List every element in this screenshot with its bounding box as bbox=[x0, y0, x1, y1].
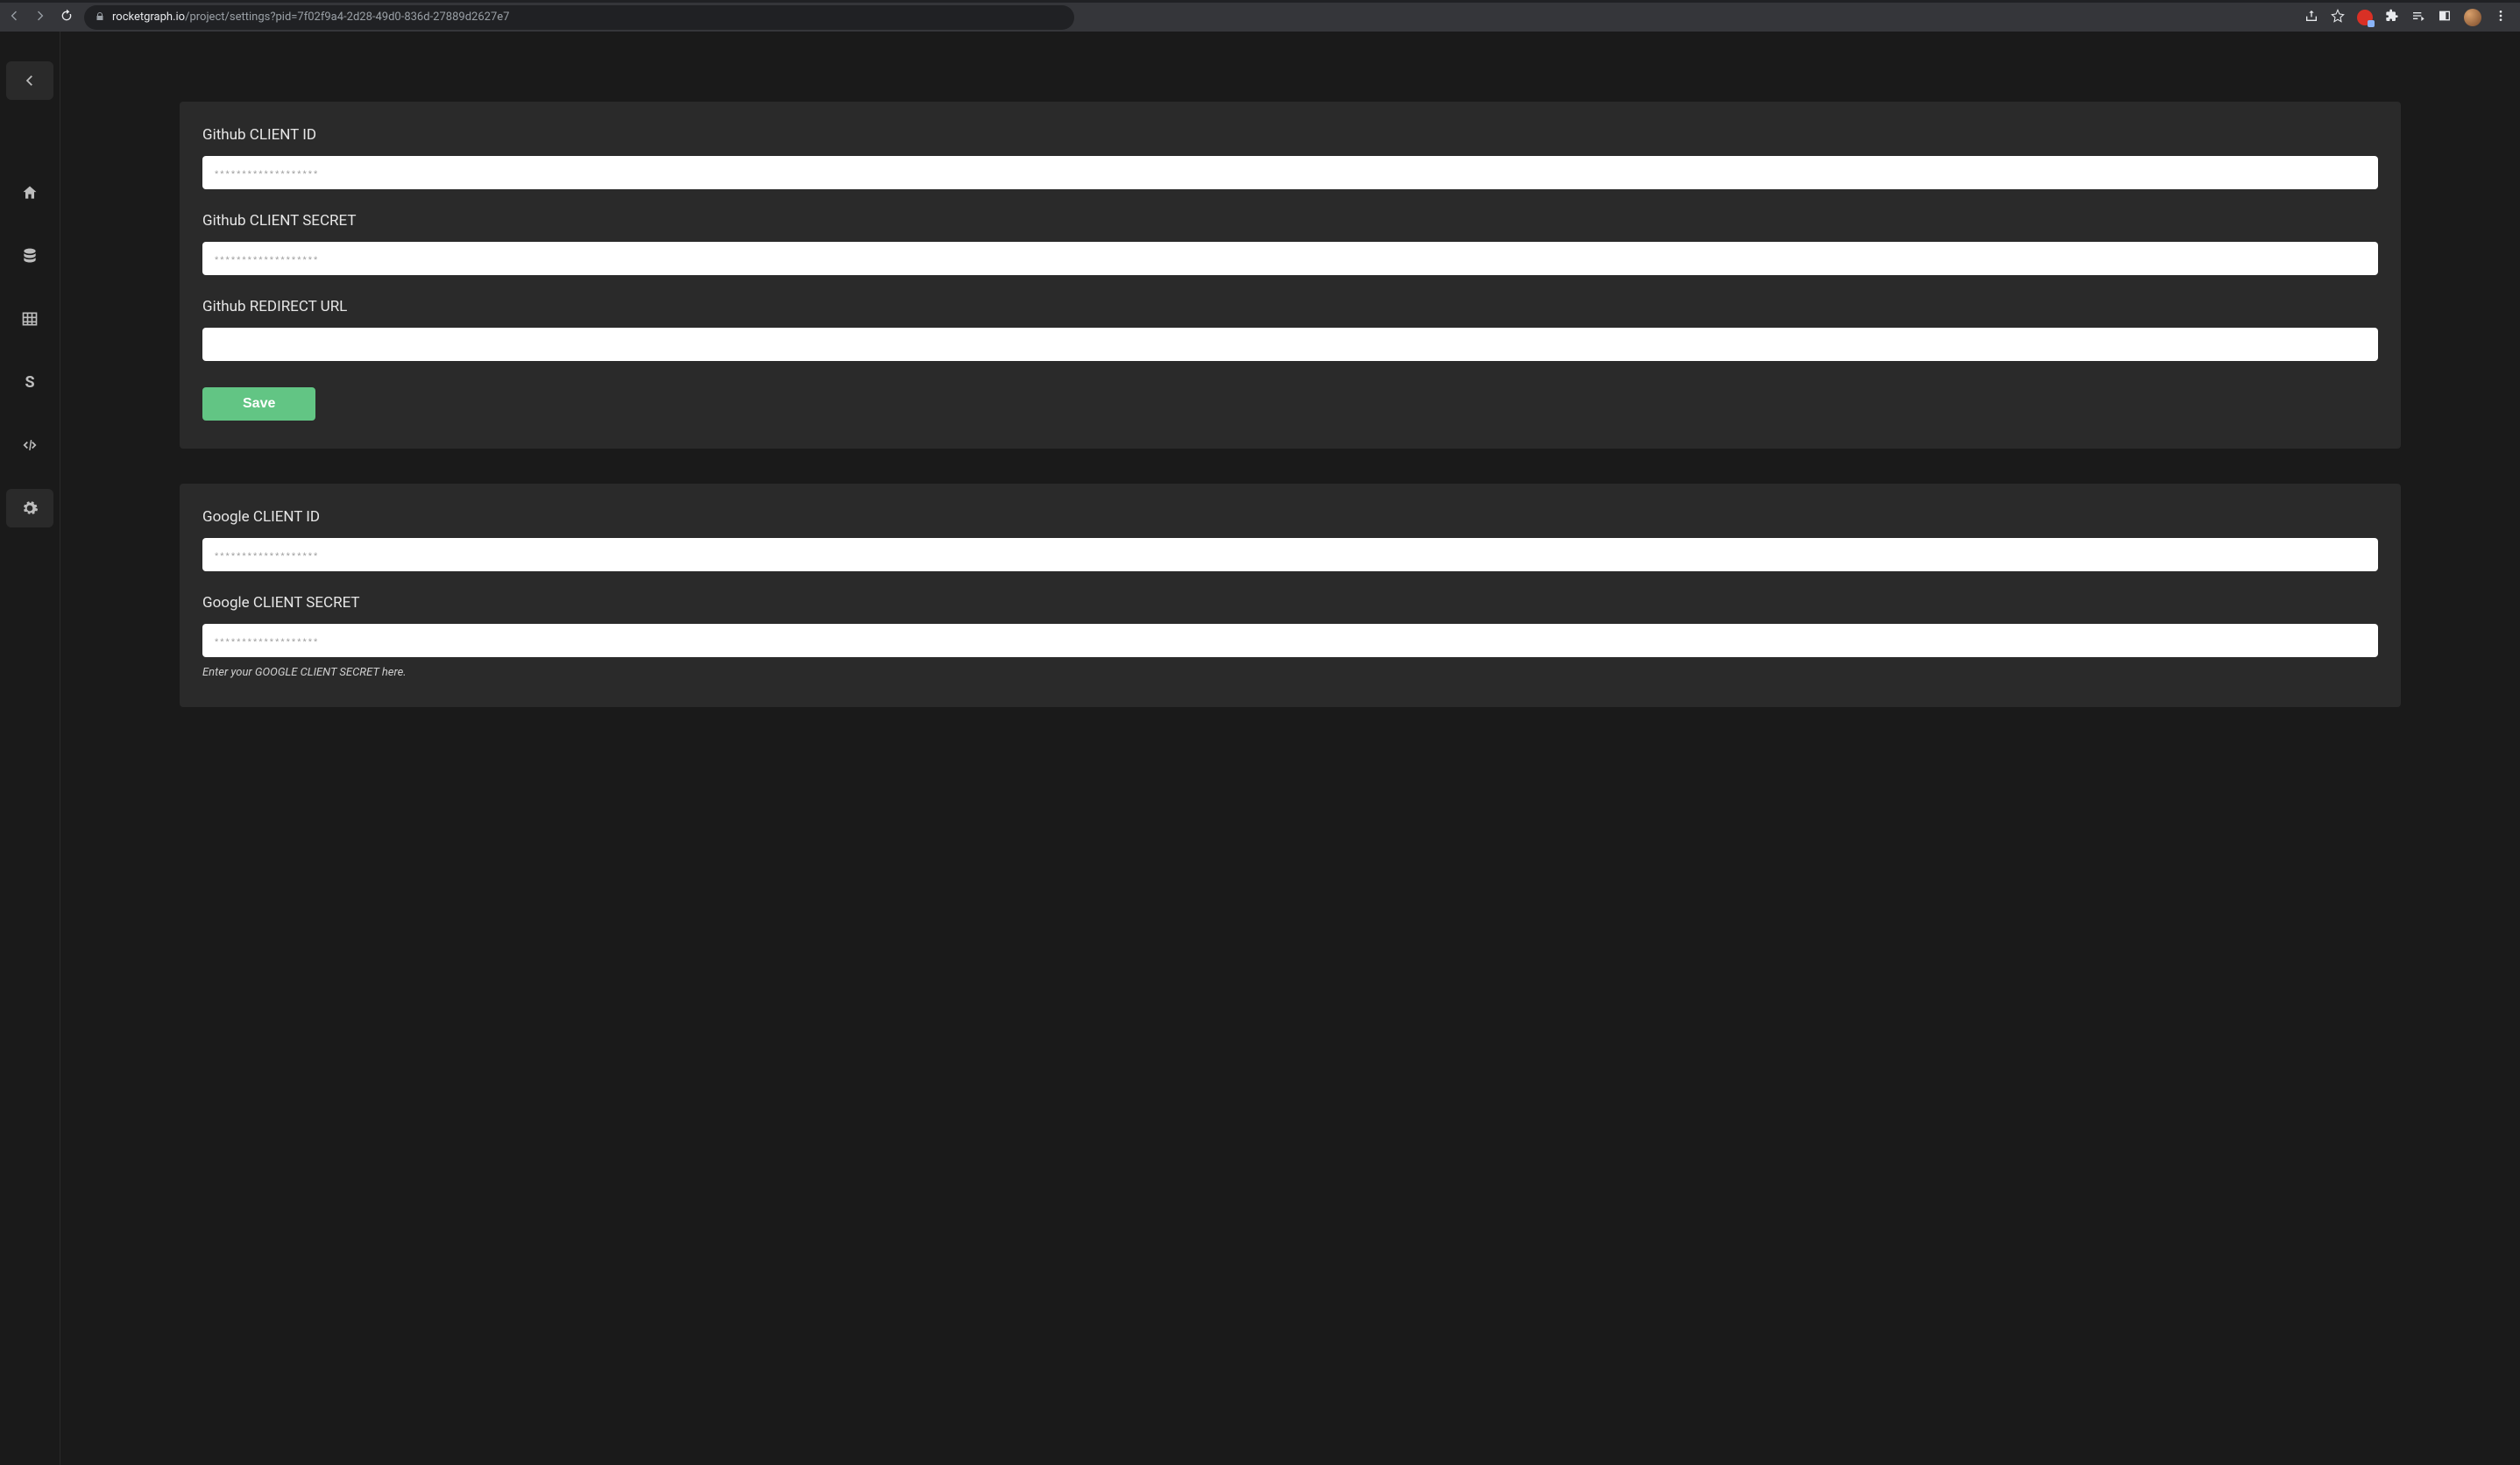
arrow-left-icon bbox=[21, 72, 39, 89]
content-area: Github CLIENT ID Github CLIENT SECRET Gi… bbox=[60, 32, 2520, 1465]
github-redirect-input[interactable] bbox=[202, 328, 2378, 361]
github-settings-card: Github CLIENT ID Github CLIENT SECRET Gi… bbox=[180, 102, 2401, 449]
gear-icon bbox=[21, 499, 39, 517]
google-client-secret-help: Enter your GOOGLE CLIENT SECRET here. bbox=[202, 666, 2378, 679]
github-redirect-label: Github REDIRECT URL bbox=[202, 298, 2378, 315]
google-client-id-label: Google CLIENT ID bbox=[202, 508, 2378, 526]
github-client-secret-input[interactable] bbox=[202, 242, 2378, 275]
browser-right-icons bbox=[2304, 9, 2513, 26]
extension-badge-icon[interactable] bbox=[2357, 10, 2373, 25]
lock-icon bbox=[95, 9, 105, 25]
panel-icon[interactable] bbox=[2438, 9, 2452, 26]
github-client-id-input[interactable] bbox=[202, 156, 2378, 189]
github-client-secret-label: Github CLIENT SECRET bbox=[202, 212, 2378, 230]
github-redirect-field: Github REDIRECT URL bbox=[202, 298, 2378, 361]
sidebar-item-home[interactable] bbox=[6, 173, 53, 212]
browser-toolbar: rocketgraph.io/project/settings?pid=7f02… bbox=[0, 0, 2520, 32]
home-icon bbox=[21, 184, 39, 202]
profile-avatar-icon[interactable] bbox=[2464, 9, 2481, 26]
sidebar: S bbox=[0, 32, 60, 1465]
google-client-secret-input[interactable] bbox=[202, 624, 2378, 657]
browser-reload-icon[interactable] bbox=[60, 9, 74, 26]
kebab-menu-icon[interactable] bbox=[2494, 9, 2508, 26]
sidebar-group: S bbox=[6, 173, 53, 527]
url-host: rocketgraph.io bbox=[112, 11, 185, 24]
google-client-id-input[interactable] bbox=[202, 538, 2378, 571]
star-icon[interactable] bbox=[2331, 9, 2345, 26]
app-shell: S Github CLIENT ID Github CLIENT SECRET … bbox=[0, 32, 2520, 1465]
github-client-id-field: Github CLIENT ID bbox=[202, 126, 2378, 189]
browser-nav bbox=[7, 9, 74, 26]
url-text: rocketgraph.io/project/settings?pid=7f02… bbox=[112, 11, 509, 24]
browser-forward-icon[interactable] bbox=[33, 9, 47, 26]
github-client-secret-field: Github CLIENT SECRET bbox=[202, 212, 2378, 275]
playlist-icon[interactable] bbox=[2411, 9, 2425, 26]
sidebar-item-s[interactable]: S bbox=[6, 363, 53, 401]
address-bar[interactable]: rocketgraph.io/project/settings?pid=7f02… bbox=[84, 5, 1074, 30]
google-client-secret-field: Google CLIENT SECRET Enter your GOOGLE C… bbox=[202, 594, 2378, 679]
sidebar-item-settings[interactable] bbox=[6, 489, 53, 527]
github-client-id-label: Github CLIENT ID bbox=[202, 126, 2378, 144]
extensions-icon[interactable] bbox=[2385, 9, 2399, 26]
google-client-id-field: Google CLIENT ID bbox=[202, 508, 2378, 571]
url-path: /project/settings?pid=7f02f9a4-2d28-49d0… bbox=[185, 11, 509, 24]
share-icon[interactable] bbox=[2304, 9, 2318, 26]
sidebar-item-database[interactable] bbox=[6, 237, 53, 275]
browser-back-icon[interactable] bbox=[7, 9, 21, 26]
google-settings-card: Google CLIENT ID Google CLIENT SECRET En… bbox=[180, 484, 2401, 707]
google-client-secret-label: Google CLIENT SECRET bbox=[202, 594, 2378, 612]
sidebar-back-button[interactable] bbox=[6, 61, 53, 100]
s-icon: S bbox=[25, 373, 34, 392]
database-icon bbox=[21, 247, 39, 265]
sidebar-item-table[interactable] bbox=[6, 300, 53, 338]
github-save-button[interactable]: Save bbox=[202, 387, 315, 421]
table-icon bbox=[21, 310, 39, 328]
code-icon bbox=[21, 436, 39, 454]
sidebar-item-code[interactable] bbox=[6, 426, 53, 464]
